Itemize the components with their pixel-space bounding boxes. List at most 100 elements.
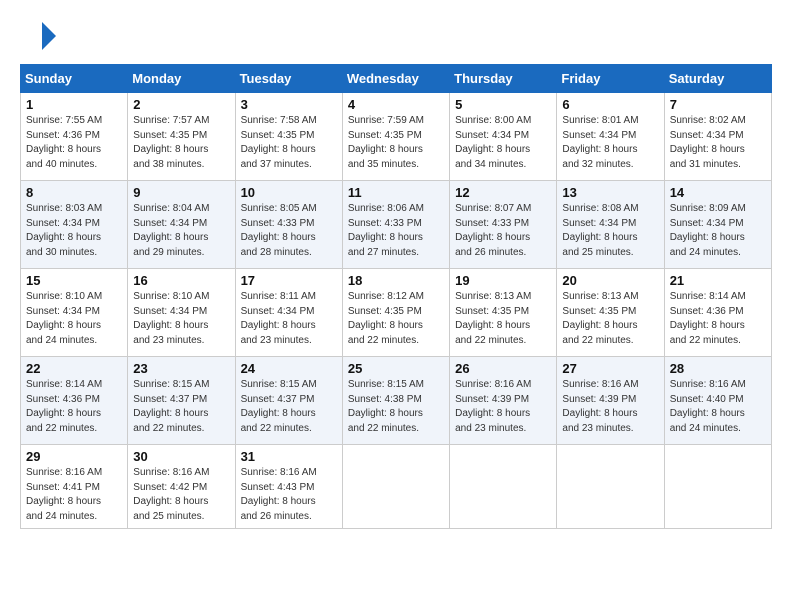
day-number-8: 8	[26, 185, 122, 200]
week-row-3: 15 Sunrise: 8:10 AMSunset: 4:34 PMDaylig…	[21, 269, 772, 357]
day-cell-25: 25 Sunrise: 8:15 AMSunset: 4:38 PMDaylig…	[342, 357, 449, 445]
weekday-header-wednesday: Wednesday	[342, 65, 449, 93]
day-number-16: 16	[133, 273, 229, 288]
weekday-header-row: SundayMondayTuesdayWednesdayThursdayFrid…	[21, 65, 772, 93]
day-number-15: 15	[26, 273, 122, 288]
day-cell-16: 16 Sunrise: 8:10 AMSunset: 4:34 PMDaylig…	[128, 269, 235, 357]
day-cell-21: 21 Sunrise: 8:14 AMSunset: 4:36 PMDaylig…	[664, 269, 771, 357]
day-cell-26: 26 Sunrise: 8:16 AMSunset: 4:39 PMDaylig…	[450, 357, 557, 445]
day-number-25: 25	[348, 361, 444, 376]
cell-content-29: Sunrise: 8:16 AMSunset: 4:41 PMDaylight:…	[26, 466, 122, 524]
week-row-2: 8 Sunrise: 8:03 AMSunset: 4:34 PMDayligh…	[21, 181, 772, 269]
page-container: SundayMondayTuesdayWednesdayThursdayFrid…	[0, 0, 792, 543]
week-row-5: 29 Sunrise: 8:16 AMSunset: 4:41 PMDaylig…	[21, 445, 772, 529]
day-number-26: 26	[455, 361, 551, 376]
day-cell-24: 24 Sunrise: 8:15 AMSunset: 4:37 PMDaylig…	[235, 357, 342, 445]
cell-content-6: Sunrise: 8:01 AMSunset: 4:34 PMDaylight:…	[562, 114, 658, 172]
cell-content-23: Sunrise: 8:15 AMSunset: 4:37 PMDaylight:…	[133, 378, 229, 436]
cell-content-2: Sunrise: 7:57 AMSunset: 4:35 PMDaylight:…	[133, 114, 229, 172]
day-number-5: 5	[455, 97, 551, 112]
cell-content-22: Sunrise: 8:14 AMSunset: 4:36 PMDaylight:…	[26, 378, 122, 436]
day-number-24: 24	[241, 361, 337, 376]
day-number-21: 21	[670, 273, 766, 288]
calendar-table: SundayMondayTuesdayWednesdayThursdayFrid…	[20, 64, 772, 529]
cell-content-15: Sunrise: 8:10 AMSunset: 4:34 PMDaylight:…	[26, 290, 122, 348]
day-cell-19: 19 Sunrise: 8:13 AMSunset: 4:35 PMDaylig…	[450, 269, 557, 357]
day-cell-10: 10 Sunrise: 8:05 AMSunset: 4:33 PMDaylig…	[235, 181, 342, 269]
cell-content-25: Sunrise: 8:15 AMSunset: 4:38 PMDaylight:…	[348, 378, 444, 436]
day-cell-2: 2 Sunrise: 7:57 AMSunset: 4:35 PMDayligh…	[128, 93, 235, 181]
day-number-31: 31	[241, 449, 337, 464]
empty-cell	[342, 445, 449, 529]
day-cell-31: 31 Sunrise: 8:16 AMSunset: 4:43 PMDaylig…	[235, 445, 342, 529]
empty-cell	[450, 445, 557, 529]
day-number-22: 22	[26, 361, 122, 376]
day-cell-3: 3 Sunrise: 7:58 AMSunset: 4:35 PMDayligh…	[235, 93, 342, 181]
day-number-20: 20	[562, 273, 658, 288]
cell-content-10: Sunrise: 8:05 AMSunset: 4:33 PMDaylight:…	[241, 202, 337, 260]
day-cell-4: 4 Sunrise: 7:59 AMSunset: 4:35 PMDayligh…	[342, 93, 449, 181]
day-number-27: 27	[562, 361, 658, 376]
cell-content-26: Sunrise: 8:16 AMSunset: 4:39 PMDaylight:…	[455, 378, 551, 436]
cell-content-13: Sunrise: 8:08 AMSunset: 4:34 PMDaylight:…	[562, 202, 658, 260]
header	[20, 18, 772, 54]
weekday-header-monday: Monday	[128, 65, 235, 93]
cell-content-19: Sunrise: 8:13 AMSunset: 4:35 PMDaylight:…	[455, 290, 551, 348]
weekday-header-thursday: Thursday	[450, 65, 557, 93]
cell-content-30: Sunrise: 8:16 AMSunset: 4:42 PMDaylight:…	[133, 466, 229, 524]
cell-content-5: Sunrise: 8:00 AMSunset: 4:34 PMDaylight:…	[455, 114, 551, 172]
day-number-18: 18	[348, 273, 444, 288]
day-cell-17: 17 Sunrise: 8:11 AMSunset: 4:34 PMDaylig…	[235, 269, 342, 357]
day-cell-15: 15 Sunrise: 8:10 AMSunset: 4:34 PMDaylig…	[21, 269, 128, 357]
empty-cell	[557, 445, 664, 529]
week-row-1: 1 Sunrise: 7:55 AMSunset: 4:36 PMDayligh…	[21, 93, 772, 181]
day-cell-29: 29 Sunrise: 8:16 AMSunset: 4:41 PMDaylig…	[21, 445, 128, 529]
day-number-12: 12	[455, 185, 551, 200]
cell-content-17: Sunrise: 8:11 AMSunset: 4:34 PMDaylight:…	[241, 290, 337, 348]
day-cell-5: 5 Sunrise: 8:00 AMSunset: 4:34 PMDayligh…	[450, 93, 557, 181]
day-cell-18: 18 Sunrise: 8:12 AMSunset: 4:35 PMDaylig…	[342, 269, 449, 357]
day-number-9: 9	[133, 185, 229, 200]
day-number-17: 17	[241, 273, 337, 288]
cell-content-3: Sunrise: 7:58 AMSunset: 4:35 PMDaylight:…	[241, 114, 337, 172]
day-cell-23: 23 Sunrise: 8:15 AMSunset: 4:37 PMDaylig…	[128, 357, 235, 445]
cell-content-12: Sunrise: 8:07 AMSunset: 4:33 PMDaylight:…	[455, 202, 551, 260]
day-cell-12: 12 Sunrise: 8:07 AMSunset: 4:33 PMDaylig…	[450, 181, 557, 269]
cell-content-8: Sunrise: 8:03 AMSunset: 4:34 PMDaylight:…	[26, 202, 122, 260]
day-cell-20: 20 Sunrise: 8:13 AMSunset: 4:35 PMDaylig…	[557, 269, 664, 357]
day-cell-14: 14 Sunrise: 8:09 AMSunset: 4:34 PMDaylig…	[664, 181, 771, 269]
day-cell-6: 6 Sunrise: 8:01 AMSunset: 4:34 PMDayligh…	[557, 93, 664, 181]
day-cell-13: 13 Sunrise: 8:08 AMSunset: 4:34 PMDaylig…	[557, 181, 664, 269]
cell-content-9: Sunrise: 8:04 AMSunset: 4:34 PMDaylight:…	[133, 202, 229, 260]
day-cell-30: 30 Sunrise: 8:16 AMSunset: 4:42 PMDaylig…	[128, 445, 235, 529]
cell-content-14: Sunrise: 8:09 AMSunset: 4:34 PMDaylight:…	[670, 202, 766, 260]
week-row-4: 22 Sunrise: 8:14 AMSunset: 4:36 PMDaylig…	[21, 357, 772, 445]
cell-content-21: Sunrise: 8:14 AMSunset: 4:36 PMDaylight:…	[670, 290, 766, 348]
day-number-23: 23	[133, 361, 229, 376]
weekday-header-tuesday: Tuesday	[235, 65, 342, 93]
logo-icon	[20, 18, 56, 54]
cell-content-4: Sunrise: 7:59 AMSunset: 4:35 PMDaylight:…	[348, 114, 444, 172]
day-number-19: 19	[455, 273, 551, 288]
day-number-11: 11	[348, 185, 444, 200]
day-number-10: 10	[241, 185, 337, 200]
weekday-header-friday: Friday	[557, 65, 664, 93]
day-cell-11: 11 Sunrise: 8:06 AMSunset: 4:33 PMDaylig…	[342, 181, 449, 269]
day-cell-28: 28 Sunrise: 8:16 AMSunset: 4:40 PMDaylig…	[664, 357, 771, 445]
day-number-30: 30	[133, 449, 229, 464]
cell-content-20: Sunrise: 8:13 AMSunset: 4:35 PMDaylight:…	[562, 290, 658, 348]
cell-content-11: Sunrise: 8:06 AMSunset: 4:33 PMDaylight:…	[348, 202, 444, 260]
cell-content-31: Sunrise: 8:16 AMSunset: 4:43 PMDaylight:…	[241, 466, 337, 524]
cell-content-18: Sunrise: 8:12 AMSunset: 4:35 PMDaylight:…	[348, 290, 444, 348]
day-cell-7: 7 Sunrise: 8:02 AMSunset: 4:34 PMDayligh…	[664, 93, 771, 181]
day-number-28: 28	[670, 361, 766, 376]
cell-content-7: Sunrise: 8:02 AMSunset: 4:34 PMDaylight:…	[670, 114, 766, 172]
day-number-3: 3	[241, 97, 337, 112]
cell-content-24: Sunrise: 8:15 AMSunset: 4:37 PMDaylight:…	[241, 378, 337, 436]
day-number-6: 6	[562, 97, 658, 112]
day-number-2: 2	[133, 97, 229, 112]
day-number-4: 4	[348, 97, 444, 112]
day-cell-1: 1 Sunrise: 7:55 AMSunset: 4:36 PMDayligh…	[21, 93, 128, 181]
day-cell-8: 8 Sunrise: 8:03 AMSunset: 4:34 PMDayligh…	[21, 181, 128, 269]
day-cell-9: 9 Sunrise: 8:04 AMSunset: 4:34 PMDayligh…	[128, 181, 235, 269]
